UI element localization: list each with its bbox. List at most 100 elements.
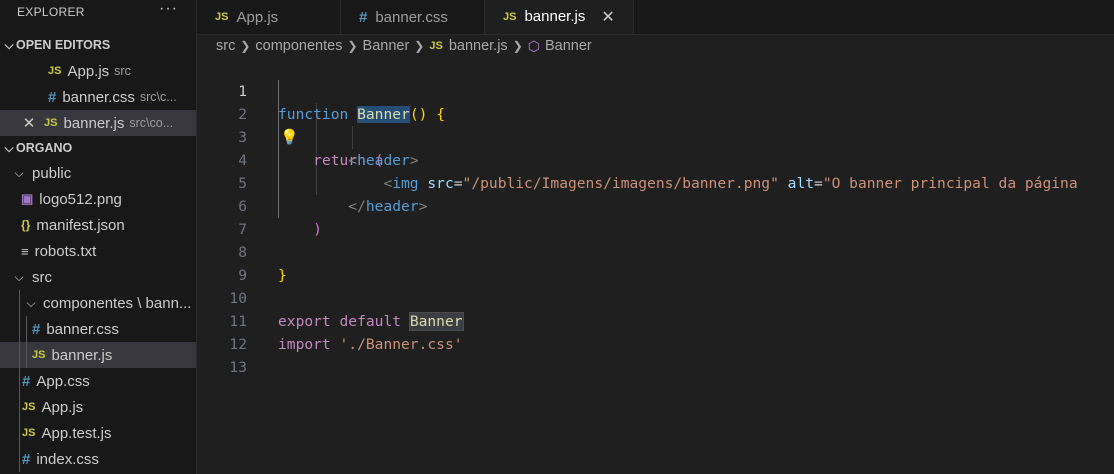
editor-tab-bar: JS App.js # banner.css JS banner.js ✕ [197, 0, 1114, 35]
tree-indent-guide [19, 368, 20, 394]
open-editor-name: banner.js [63, 114, 125, 132]
code-line: 10 export default Banner [197, 264, 1114, 331]
file-item[interactable]: # index.css [0, 446, 196, 472]
file-item[interactable]: {} manifest.json [0, 212, 196, 238]
code-line: 6 ) [197, 172, 1114, 238]
code-line: 5 </header> [197, 149, 1114, 215]
file-name: App.css [36, 372, 90, 390]
close-tab-icon[interactable]: ✕ [601, 7, 614, 27]
tree-indent-guide [26, 342, 27, 368]
file-name: App.test.js [41, 424, 112, 442]
js-file-icon: JS [215, 11, 229, 23]
folder-componentes[interactable]: ⌵ componentes \ bann... [0, 290, 196, 316]
file-name: robots.txt [34, 242, 97, 260]
open-editor-name: App.js [67, 62, 110, 80]
js-file-icon: JS [32, 349, 46, 361]
folder-label: componentes \ bann... [43, 294, 192, 312]
chevron-down-icon: ⌵ [14, 269, 24, 284]
open-editor-item[interactable]: # banner.css src\c... [0, 84, 196, 110]
breadcrumb: src ❯ componentes ❯ Banner ❯ JS banner.j… [216, 35, 1114, 57]
file-name: banner.js [51, 346, 113, 364]
explorer-header: EXPLORER ··· [0, 0, 196, 24]
file-name: banner.css [46, 320, 119, 338]
open-editor-item[interactable]: JS App.js src [0, 58, 196, 84]
tree-indent-guide [19, 290, 20, 316]
code-line: 7 [197, 195, 1114, 238]
chevron-right-icon: ❯ [347, 39, 358, 53]
file-name: manifest.json [36, 216, 125, 234]
chevron-right-icon: ❯ [240, 39, 251, 53]
file-item[interactable]: JS App.test.js [0, 420, 196, 446]
more-actions-icon[interactable]: ··· [159, 1, 178, 17]
tab-app-js[interactable]: JS App.js [197, 0, 341, 34]
tab-label: banner.css [375, 8, 448, 26]
css-file-icon: # [22, 372, 31, 390]
file-item[interactable]: # App.css [0, 368, 196, 394]
tab-banner-css[interactable]: # banner.css [341, 0, 485, 34]
file-item[interactable]: ≡ robots.txt [0, 238, 196, 264]
js-file-icon: JS [44, 117, 58, 129]
tree-indent-guide [19, 394, 20, 420]
folder-src[interactable]: ⌵ src [0, 264, 196, 290]
image-file-icon: ▣ [21, 191, 34, 206]
file-item[interactable]: JS App.js [0, 394, 196, 420]
file-item-selected[interactable]: JS banner.js [0, 342, 196, 368]
css-file-icon: # [48, 88, 57, 106]
code-editor[interactable]: 1 function Banner() { 2 💡 return ( 3 <he… [197, 57, 1114, 474]
file-item[interactable]: ▣ logo512.png [0, 186, 196, 212]
code-line: 4 <img src="/public/Imagens/imagens/bann… [197, 126, 1114, 192]
explorer-sidebar: EXPLORER ··· ⌵ OPEN EDITORS JS App.js sr… [0, 0, 197, 474]
code-line: 12 [197, 310, 1114, 353]
js-file-icon: JS [22, 427, 36, 439]
project-label: ORGANO [16, 141, 73, 155]
tab-label: App.js [236, 8, 279, 26]
tree-indent-guide [19, 342, 20, 368]
code-line: 8 } [197, 218, 1114, 284]
breadcrumb-item[interactable]: componentes [255, 38, 342, 54]
open-editor-name: banner.css [62, 88, 135, 106]
css-file-icon: # [22, 450, 31, 468]
open-editors-label: OPEN EDITORS [16, 38, 111, 52]
chevron-right-icon: ❯ [512, 39, 523, 53]
css-file-icon: # [32, 320, 41, 338]
js-file-icon: JS [429, 40, 443, 52]
tree-indent-guide [19, 446, 20, 472]
json-file-icon: {} [21, 218, 31, 232]
file-name: App.js [41, 398, 84, 416]
open-editors-section[interactable]: ⌵ OPEN EDITORS [0, 32, 196, 58]
chevron-down-icon: ⌵ [4, 140, 14, 155]
close-editor-icon[interactable]: ✕ [22, 114, 36, 132]
open-editor-item-active[interactable]: ✕ JS banner.js src\co... [0, 110, 196, 136]
chevron-right-icon: ❯ [414, 39, 425, 53]
text-file-icon: ≡ [21, 243, 29, 259]
file-name: logo512.png [39, 190, 122, 208]
code-line: 3 <header> [197, 103, 1114, 169]
chevron-down-icon: ⌵ [26, 295, 36, 310]
breadcrumb-item[interactable]: banner.js [449, 38, 508, 54]
folder-public[interactable]: ⌵ public [0, 160, 196, 186]
code-line: 13 [197, 333, 1114, 376]
tree-indent-guide [19, 420, 20, 446]
breadcrumb-item[interactable]: src [216, 38, 235, 54]
code-line: 11 import './Banner.css' [197, 287, 1114, 353]
breadcrumb-item[interactable]: Banner [363, 38, 410, 54]
tree-indent-guide [26, 316, 27, 342]
file-item[interactable]: # banner.css [0, 316, 196, 342]
open-editor-path: src\co... [129, 116, 174, 130]
chevron-down-icon: ⌵ [4, 37, 14, 52]
open-editor-path: src\c... [139, 90, 177, 104]
js-file-icon: JS [22, 401, 36, 413]
js-file-icon: JS [48, 65, 62, 77]
tab-banner-js[interactable]: JS banner.js ✕ [485, 0, 634, 34]
js-file-icon: JS [503, 10, 517, 23]
folder-label: src [32, 268, 52, 286]
code-line: 1 function Banner() { [197, 57, 1114, 123]
breadcrumb-item[interactable]: Banner [545, 38, 592, 54]
file-name: index.css [36, 450, 99, 468]
code-line: 2 💡 return ( [197, 80, 1114, 169]
folder-label: public [32, 164, 72, 182]
chevron-down-icon: ⌵ [14, 165, 24, 180]
tab-label: banner.js [524, 8, 586, 25]
open-editor-path: src [114, 64, 131, 78]
project-section[interactable]: ⌵ ORGANO [0, 136, 196, 160]
